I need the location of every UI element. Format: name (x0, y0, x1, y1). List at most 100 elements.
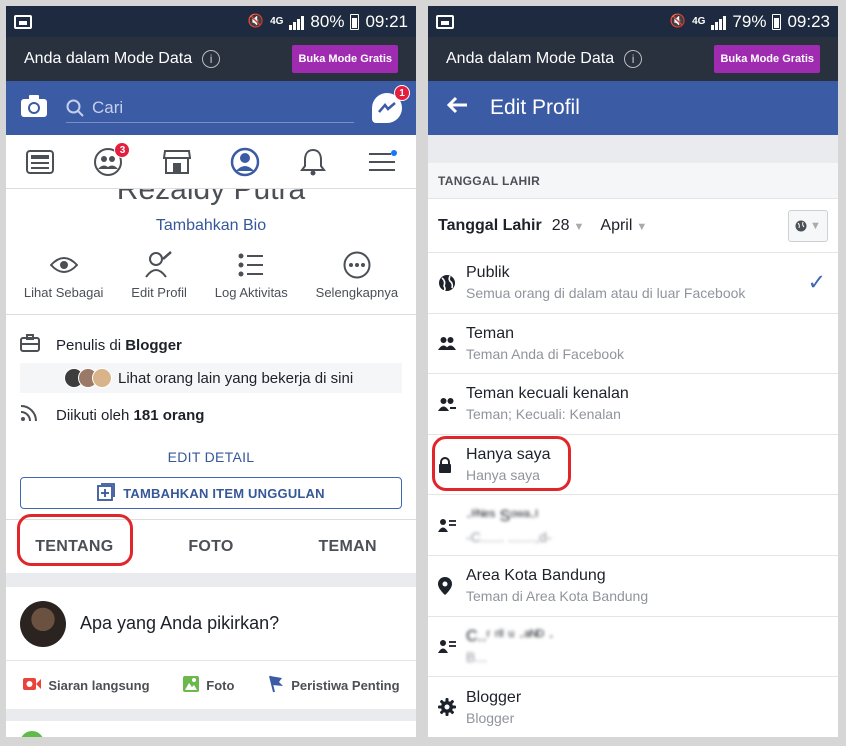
composer: Apa yang Anda pikirkan? Siaran langsung … (6, 587, 416, 709)
option-title: Teman kecuali kenalan (466, 385, 629, 403)
signal-icon (289, 14, 305, 30)
battery-percent: 80% (310, 11, 345, 31)
data-mode-bar: Anda dalam Mode Data i Buka Mode Gratis (6, 37, 416, 81)
free-mode-button[interactable]: Buka Mode Gratis (714, 45, 820, 73)
camera-icon[interactable] (20, 94, 48, 123)
composer-top[interactable]: Apa yang Anda pikirkan? (6, 587, 416, 661)
privacy-option-area[interactable]: Area Kota Bandung Teman di Area Kota Band… (428, 556, 838, 617)
highlight-only-me (432, 436, 571, 491)
month-select[interactable]: April ▼ (600, 217, 647, 235)
option-title: ·ᴵⁱᴺᵉˢ Sᵒʷᵃ·ᴵ (466, 507, 538, 525)
messenger-icon[interactable]: 1 (372, 85, 410, 123)
info-icon[interactable]: i (624, 50, 643, 68)
option-title: Publik (466, 264, 510, 282)
back-arrow-icon[interactable] (446, 96, 468, 120)
option-title: Blogger (466, 688, 522, 706)
globe-icon (795, 220, 807, 231)
day-value: 28 (551, 216, 570, 234)
chevron-down-icon: ▼ (573, 220, 585, 233)
battery-percent: 79% (732, 11, 767, 31)
notifications-icon[interactable] (293, 144, 333, 180)
privacy-option-public[interactable]: Publik Semua orang di dalam atau di luar … (428, 253, 838, 314)
left-screenshot: 🔇 4G 80% 09:21 Anda dalam Mode Data i Bu… (6, 6, 416, 737)
list-icon (238, 251, 264, 279)
more-button[interactable]: Selengkapnya (316, 251, 398, 300)
free-mode-button[interactable]: Buka Mode Gratis (292, 45, 398, 73)
live-label: Siaran langsung (48, 677, 150, 693)
gallery-icon (14, 14, 32, 29)
option-title: Area Kota Bandung (466, 567, 606, 585)
data-mode-text: Anda dalam Mode Data (446, 50, 615, 67)
composer-prompt[interactable]: Apa yang Anda pikirkan? (80, 613, 279, 634)
signal-icon (711, 14, 727, 30)
privacy-option-friends[interactable]: Teman Teman Anda di Facebook (428, 314, 838, 375)
privacy-selector[interactable]: ▼ (788, 209, 828, 242)
data-mode-bar: Anda dalam Mode Data i Buka Mode Gratis (428, 37, 838, 81)
add-featured-label: TAMBAHKAN ITEM UNGGULAN (123, 485, 325, 501)
edit-detail-link[interactable]: EDIT DETAIL (6, 439, 416, 477)
option-subtitle: -C...... .......,d- (466, 528, 552, 545)
friends-icon (438, 336, 464, 351)
mute-icon: 🔇 (669, 14, 687, 29)
profile-details: Penulis di Blogger Lihat orang lain yang… (6, 315, 416, 439)
followers-row: Diikuti oleh 181 orang (20, 399, 402, 431)
photo-button[interactable]: Foto (182, 675, 234, 696)
coworker-avatars (64, 368, 112, 388)
profile-icon[interactable] (225, 144, 265, 180)
day-select[interactable]: 28 ▼ (552, 217, 585, 235)
activity-log-button[interactable]: Log Aktivitas (215, 251, 288, 300)
privacy-option-custom-list[interactable]: ·ᴵⁱᴺᵉˢ Sᵒʷᵃ·ᴵ -C...... .......,d- (428, 495, 838, 556)
view-as-button[interactable]: Lihat Sebagai (24, 251, 103, 300)
privacy-option-blogger[interactable]: Blogger Blogger (428, 677, 838, 737)
info-icon[interactable]: i (202, 50, 221, 68)
tab-photos[interactable]: FOTO (143, 538, 280, 556)
edit-profile-icon (145, 251, 173, 279)
spacer (428, 135, 838, 163)
tab-friends[interactable]: TEMAN (279, 538, 416, 556)
option-title: Teman (466, 324, 515, 342)
month-value: April (600, 216, 633, 234)
edit-profile-label: Edit Profil (131, 285, 187, 300)
work-prefix: Penulis di (56, 336, 126, 354)
followers-count[interactable]: 181 orang (134, 407, 205, 424)
live-button[interactable]: Siaran langsung (22, 676, 150, 695)
birthday-row: Tanggal Lahir 28 ▼ April ▼ ▼ (428, 199, 838, 253)
more-icon (343, 251, 371, 279)
composer-actions: Siaran langsung Foto Peristiwa Penting (6, 661, 416, 709)
add-featured-button[interactable]: TAMBAHKAN ITEM UNGGULAN (20, 477, 402, 509)
list-person-icon (438, 639, 464, 654)
menu-icon[interactable] (362, 144, 402, 180)
friend-requests-icon[interactable]: 3 (88, 141, 131, 180)
work-place[interactable]: Blogger (125, 337, 182, 354)
life-event-button[interactable]: Peristiwa Penting (267, 675, 400, 696)
option-subtitle: Blogger (466, 709, 515, 726)
clock: 09:23 (787, 11, 830, 31)
privacy-option-friends-except[interactable]: Teman kecuali kenalan Teman; Kecuali: Ken… (428, 374, 838, 435)
messenger-badge: 1 (394, 85, 410, 101)
profile-actions: Lihat Sebagai Edit Profil Log Aktivitas … (6, 251, 416, 315)
marketplace-icon[interactable] (157, 144, 197, 180)
privacy-option-custom-list-2[interactable]: C..ʳ ʳᴵˡ ᵘ ·ᵃᴺᴰ · B... (428, 617, 838, 678)
search-input[interactable]: Cari (66, 93, 354, 123)
chevron-down-icon: ▼ (636, 220, 648, 233)
life-event-label: Peristiwa Penting (291, 677, 400, 693)
location-icon (438, 576, 464, 595)
coworkers-row[interactable]: Lihat orang lain yang bekerja di sini (20, 363, 402, 393)
flag-icon (267, 675, 285, 696)
edit-profile-button[interactable]: Edit Profil (131, 251, 187, 300)
avatar (20, 731, 44, 737)
network-type: 4G (692, 15, 706, 27)
avatar (20, 600, 66, 647)
rss-icon (20, 404, 40, 426)
highlight-about-tab (17, 514, 133, 566)
edit-profile-header: Edit Profil (428, 81, 838, 135)
top-bar: Cari 1 (6, 81, 416, 135)
activity-log-label: Log Aktivitas (214, 285, 288, 300)
friends-except-icon (438, 397, 464, 411)
birthday-label: Tanggal Lahir (438, 216, 542, 234)
followers-prefix: Diikuti oleh (56, 406, 134, 424)
coworkers-text: Lihat orang lain yang bekerja di sini (118, 369, 354, 387)
news-feed-icon[interactable] (20, 144, 60, 180)
add-bio-link[interactable]: Tambahkan Bio (6, 207, 416, 251)
battery-icon (772, 13, 782, 30)
